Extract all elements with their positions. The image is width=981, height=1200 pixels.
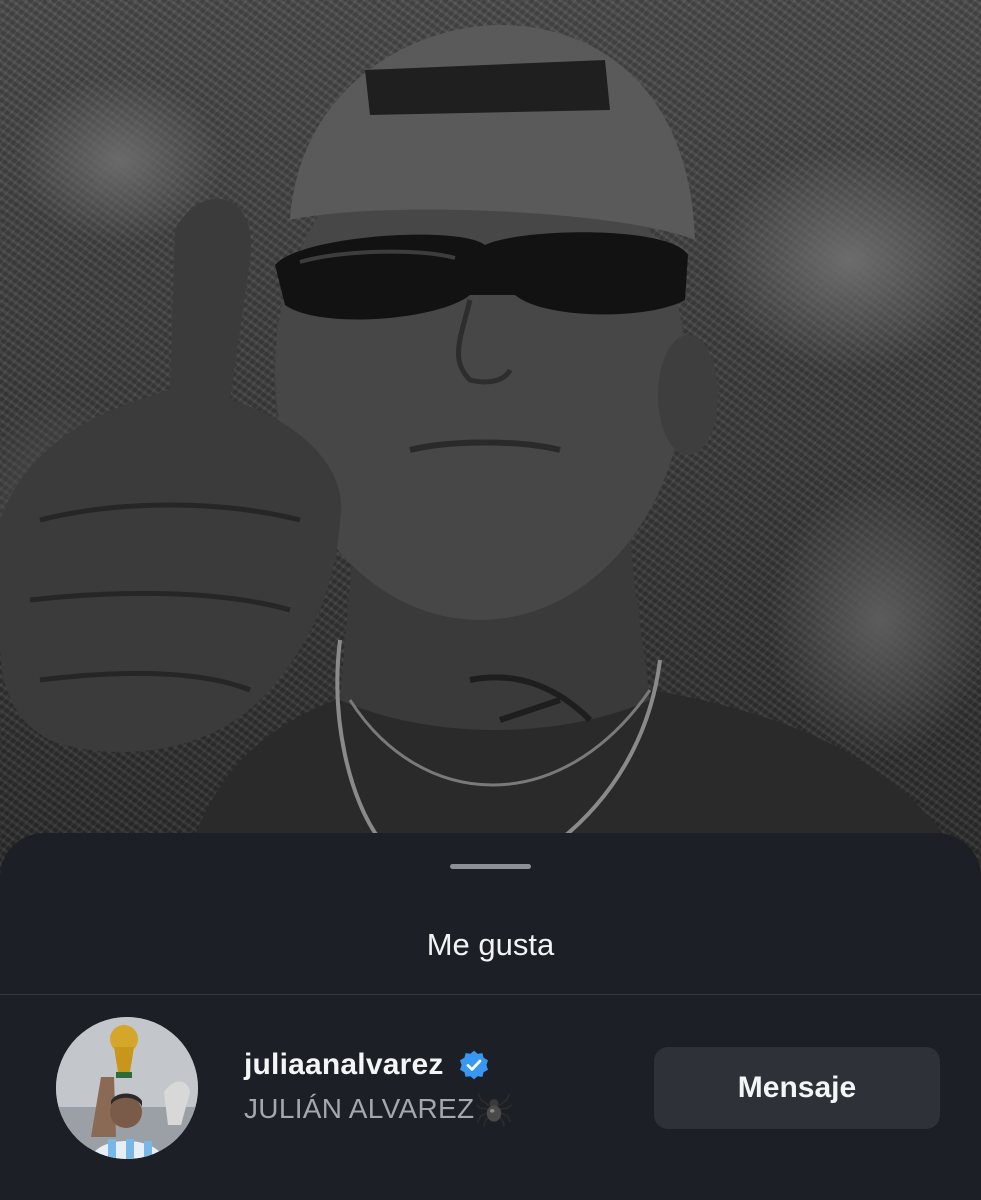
avatar[interactable] bbox=[56, 1017, 198, 1159]
username[interactable]: juliaanalvarez bbox=[244, 1048, 444, 1082]
spider-icon bbox=[476, 1093, 513, 1127]
screen: Me gusta juliaanalvarez JULIÁN ALVAREZ M… bbox=[0, 0, 981, 1200]
message-button[interactable]: Mensaje bbox=[654, 1047, 940, 1129]
story-photo bbox=[0, 0, 981, 900]
likes-sheet: Me gusta juliaanalvarez JULIÁN ALVAREZ M… bbox=[0, 833, 981, 1200]
avatar-image bbox=[56, 1017, 198, 1159]
sheet-title: Me gusta bbox=[426, 927, 555, 962]
liker-row[interactable]: juliaanalvarez JULIÁN ALVAREZ Mensaje bbox=[0, 995, 981, 1200]
story-photo-illustration bbox=[0, 25, 981, 900]
username-line: juliaanalvarez bbox=[244, 1045, 512, 1085]
fullname-line: JULIÁN ALVAREZ bbox=[244, 1089, 513, 1129]
liker-info: juliaanalvarez JULIÁN ALVAREZ bbox=[244, 1045, 513, 1129]
verified-badge-icon bbox=[459, 1050, 488, 1080]
drag-handle[interactable] bbox=[450, 864, 531, 869]
full-name: JULIÁN ALVAREZ bbox=[244, 1093, 475, 1124]
